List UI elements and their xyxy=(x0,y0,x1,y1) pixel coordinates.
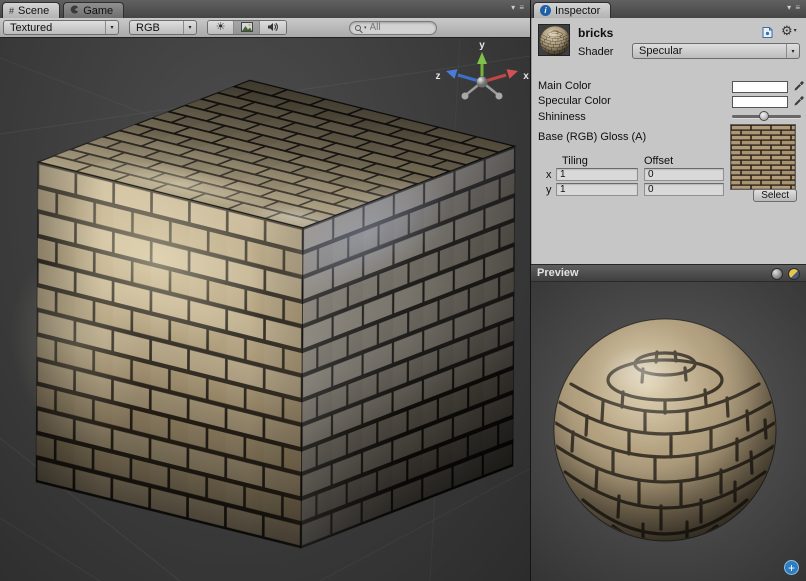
audio-toggle[interactable] xyxy=(260,21,286,34)
search-icon xyxy=(355,25,361,31)
tab-inspector[interactable]: i Inspector xyxy=(533,2,611,18)
lighting-toggle[interactable]: ☀ xyxy=(208,21,234,34)
info-icon: i xyxy=(540,5,551,16)
preview-sphere[interactable] xyxy=(545,310,785,550)
tab-game-label: Game xyxy=(83,5,113,17)
gizmo-z-axis[interactable]: z xyxy=(436,69,483,82)
plus-icon: + xyxy=(788,562,795,574)
draw-mode-value: Textured xyxy=(4,21,105,34)
inspector-body: bricks ⚙ ▾ Shader Specular ▾ Main Color … xyxy=(531,18,806,264)
eyedropper-icon[interactable] xyxy=(793,95,805,107)
preview-add-button[interactable]: + xyxy=(784,560,799,575)
brick-cube-object[interactable] xyxy=(10,80,530,556)
speaker-icon xyxy=(267,20,279,35)
inspector-panel-menu-icon[interactable]: ▾ ≡ xyxy=(787,4,801,12)
tiling-row-x-label: x xyxy=(546,169,552,181)
scene-search-field[interactable]: ▾ xyxy=(349,21,437,35)
preview-title: Preview xyxy=(537,267,579,279)
specular-color-label: Specular Color xyxy=(538,95,611,107)
eyedropper-icon[interactable] xyxy=(793,80,805,92)
inspector-tabstrip: i Inspector ▾ ≡ xyxy=(531,0,806,18)
scene-panel: # Scene Game ▾ ≡ Textured ▾ RGB ▾ xyxy=(0,0,531,581)
inspector-panel: i Inspector ▾ ≡ bricks ⚙ ▾ Shader Specul… xyxy=(531,0,806,581)
scene-viewport[interactable]: y x z xyxy=(0,38,530,581)
render-mode-arrow-cell: ▾ xyxy=(183,21,196,34)
preview-sphere-toggle-icon[interactable] xyxy=(771,268,783,280)
tab-scene[interactable]: # Scene xyxy=(2,2,60,18)
tab-game[interactable]: Game xyxy=(63,2,124,18)
shader-label: Shader xyxy=(578,46,613,58)
offset-y-field[interactable] xyxy=(644,183,724,196)
base-texture-thumbnail[interactable] xyxy=(730,124,796,190)
preview-header[interactable]: Preview xyxy=(531,264,806,282)
gizmo-y-axis[interactable]: y xyxy=(477,40,487,82)
specular-color-swatch[interactable] xyxy=(732,96,788,108)
gizmo-back-handle[interactable] xyxy=(496,93,503,100)
gear-icon: ⚙ xyxy=(781,24,793,37)
draw-mode-arrow-cell: ▾ xyxy=(105,21,118,34)
skybox-toggle[interactable] xyxy=(234,21,260,34)
shader-dropdown[interactable]: Specular ▾ xyxy=(632,43,800,59)
tiling-y-field[interactable] xyxy=(556,183,638,196)
search-input[interactable] xyxy=(370,22,424,33)
gizmo-y-label: y xyxy=(479,40,485,51)
scene-grid-icon: # xyxy=(9,6,14,16)
gizmo-x-axis[interactable]: x xyxy=(482,69,529,82)
offset-header: Offset xyxy=(644,155,673,167)
shininess-slider[interactable] xyxy=(732,115,801,118)
gizmo-center-handle[interactable] xyxy=(477,77,488,88)
tab-scene-label: Scene xyxy=(18,5,49,17)
gizmo-z-label: z xyxy=(436,71,441,82)
chevron-down-icon: ▾ xyxy=(791,48,794,55)
tab-inspector-label: Inspector xyxy=(555,5,600,17)
base-map-label: Base (RGB) Gloss (A) xyxy=(538,131,646,143)
tiling-row-y-label: y xyxy=(546,184,552,196)
chevron-down-icon: ▾ xyxy=(110,24,113,31)
game-pacman-icon xyxy=(70,5,79,16)
shininess-slider-thumb[interactable] xyxy=(759,111,769,121)
material-preview-thumbnail xyxy=(538,24,570,56)
gizmo-back-handle[interactable] xyxy=(462,93,469,100)
scene-view-toggles: ☀ xyxy=(207,20,287,35)
unity-editor-window: # Scene Game ▾ ≡ Textured ▾ RGB ▾ xyxy=(0,0,806,581)
chevron-down-icon: ▾ xyxy=(188,24,191,31)
offset-x-field[interactable] xyxy=(644,168,724,181)
shader-arrow-cell: ▾ xyxy=(786,44,799,58)
scene-panel-menu-icon[interactable]: ▾ ≡ xyxy=(511,4,525,12)
main-color-label: Main Color xyxy=(538,80,591,92)
scene-toolbar: Textured ▾ RGB ▾ ☀ xyxy=(0,18,530,38)
orientation-gizmo[interactable]: y x z xyxy=(434,38,530,124)
shininess-label: Shininess xyxy=(538,111,586,123)
scene-tabstrip: # Scene Game ▾ ≡ xyxy=(0,0,530,18)
render-mode-value: RGB xyxy=(130,21,183,34)
draw-mode-dropdown[interactable]: Textured ▾ xyxy=(3,20,119,35)
sun-icon: ☀ xyxy=(216,22,226,33)
render-mode-dropdown[interactable]: RGB ▾ xyxy=(129,20,197,35)
image-icon xyxy=(241,20,253,35)
preview-lighting-toggle-icon[interactable] xyxy=(788,268,800,280)
help-doc-icon[interactable] xyxy=(761,26,774,42)
material-options-button[interactable]: ⚙ ▾ xyxy=(781,24,797,37)
chevron-down-icon: ▾ xyxy=(794,27,797,34)
material-preview-area[interactable]: + xyxy=(531,282,806,581)
material-name: bricks xyxy=(578,26,613,40)
tiling-header: Tiling xyxy=(562,155,588,167)
shader-value: Specular xyxy=(633,44,786,58)
search-filter-arrow-icon: ▾ xyxy=(364,25,367,31)
tiling-x-field[interactable] xyxy=(556,168,638,181)
main-color-swatch[interactable] xyxy=(732,81,788,93)
gizmo-x-label: x xyxy=(523,71,529,82)
texture-select-button[interactable]: Select xyxy=(753,189,797,202)
